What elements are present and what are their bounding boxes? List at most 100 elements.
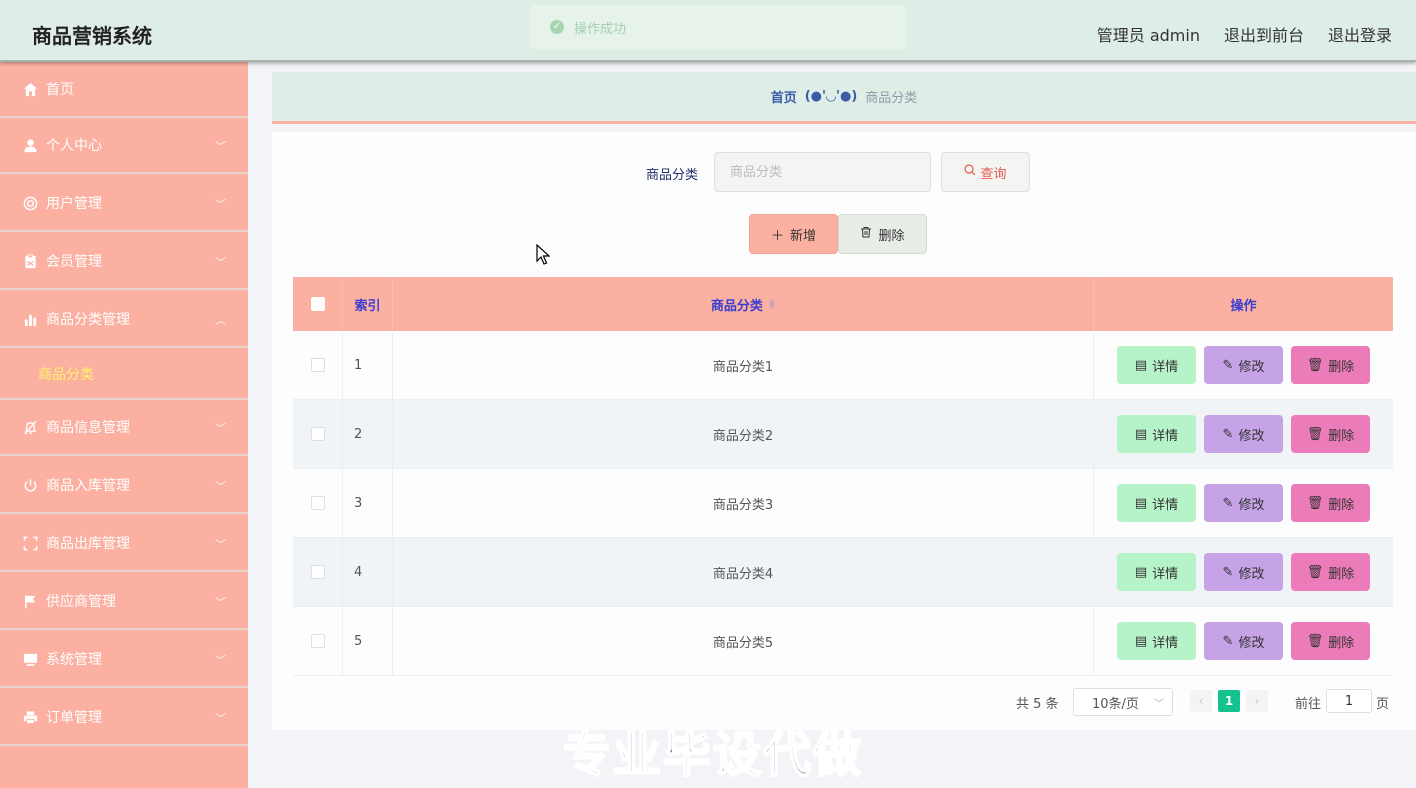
sidebar-item-label: 商品出库管理: [46, 536, 130, 552]
row-checkbox-cell: [293, 538, 343, 606]
sidebar-item-label: 商品分类管理: [46, 312, 130, 328]
edit-label: 修改: [1238, 428, 1265, 444]
pencil-icon: ✎: [1222, 564, 1234, 580]
detail-button[interactable]: ▤ 详情: [1117, 622, 1196, 660]
sidebar-item-suppliers[interactable]: 供应商管理 ﹀: [0, 574, 248, 630]
sidebar: 首页 个人中心 ﹀ 用户管理 ﹀ 会员管理 ﹀ 商品分类管理 ︿ 商品分类 商品…: [0, 62, 248, 788]
document-icon: ▤: [1134, 495, 1148, 511]
detail-label: 详情: [1152, 497, 1179, 513]
sidebar-item-category-mgmt[interactable]: 商品分类管理 ︿: [0, 292, 248, 348]
sidebar-item-system[interactable]: 系统管理 ﹀: [0, 632, 248, 688]
printer-icon: [22, 709, 38, 725]
document-icon: ▤: [1134, 633, 1148, 649]
success-toast: ✓ 操作成功: [529, 4, 907, 50]
remove-button[interactable]: 🗑 删除: [1291, 484, 1370, 522]
prev-page-button[interactable]: ‹: [1190, 690, 1212, 712]
pagination: 共 5 条 10条/页 ﹀ ‹ 1 › 前往 页: [272, 688, 1416, 718]
sidebar-item-stock-out[interactable]: 商品出库管理 ﹀: [0, 516, 248, 572]
remove-button[interactable]: 🗑 删除: [1291, 346, 1370, 384]
chevron-down-icon: ﹀: [215, 654, 226, 667]
row-checkbox[interactable]: [310, 565, 325, 579]
remove-button[interactable]: 🗑 删除: [1291, 553, 1370, 591]
row-checkbox[interactable]: [310, 496, 325, 510]
page-size-select[interactable]: 10条/页 ﹀: [1073, 688, 1173, 716]
search-icon: [964, 164, 976, 180]
current-page[interactable]: 1: [1218, 690, 1240, 712]
document-icon: ▤: [1134, 357, 1148, 373]
fullscreen-icon: [22, 535, 38, 551]
edit-button[interactable]: ✎ 修改: [1204, 553, 1283, 591]
header-category-label: 商品分类: [710, 298, 763, 314]
row-index: 3: [343, 469, 393, 537]
sidebar-item-members[interactable]: 会员管理 ﹀: [0, 234, 248, 290]
trash-icon: 🗑: [1306, 495, 1324, 511]
search-label: 商品分类: [646, 168, 699, 183]
flag-icon: [22, 593, 38, 609]
detail-label: 详情: [1152, 566, 1179, 582]
row-checkbox[interactable]: [310, 427, 325, 441]
remove-button[interactable]: 🗑 删除: [1291, 622, 1370, 660]
remove-button[interactable]: 🗑 删除: [1291, 415, 1370, 453]
query-button[interactable]: 查询: [941, 152, 1030, 192]
table-row: 3 商品分类3 ▤ 详情 ✎ 修改 🗑 删除: [293, 469, 1393, 538]
edit-label: 修改: [1238, 635, 1265, 651]
detail-label: 详情: [1152, 428, 1179, 444]
sidebar-subitem-category[interactable]: 商品分类: [0, 350, 248, 400]
header-index: 索引: [343, 277, 393, 331]
sidebar-item-label: 会员管理: [46, 254, 102, 270]
sidebar-item-stock-in[interactable]: 商品入库管理 ﹀: [0, 458, 248, 514]
main-panel: 商品分类 查询 ＋ 新增 删除 索引 商品分类 ▲▼ 操作 1 商品分类1: [272, 132, 1416, 730]
delete-button-label: 删除: [878, 228, 905, 244]
search-input[interactable]: [714, 152, 931, 192]
category-table: 索引 商品分类 ▲ ▼ 操作 1 商品分类1 ▤ 详情 ✎ 修改 🗑 删除 2 商品分类…: [293, 277, 1393, 676]
sidebar-item-label: 首页: [46, 82, 74, 98]
sort-icon[interactable]: ▲ ▼: [769, 297, 775, 311]
header-actions: 操作: [1230, 298, 1257, 314]
user-icon: [22, 137, 38, 153]
remove-label: 删除: [1328, 566, 1355, 582]
edit-button[interactable]: ✎ 修改: [1204, 415, 1283, 453]
sidebar-item-label: 商品入库管理: [46, 478, 130, 494]
chevron-down-icon: ﹀: [215, 712, 226, 725]
edit-button[interactable]: ✎ 修改: [1204, 484, 1283, 522]
lifebuoy-icon: [22, 195, 38, 211]
chevron-down-icon: ﹀: [215, 480, 226, 493]
detail-button[interactable]: ▤ 详情: [1117, 484, 1196, 522]
delete-button[interactable]: 删除: [838, 214, 927, 254]
goto-page-input[interactable]: [1326, 689, 1372, 713]
header-category[interactable]: 商品分类 ▲ ▼: [393, 277, 1094, 331]
add-button[interactable]: ＋ 新增: [749, 214, 838, 254]
row-checkbox-cell: [293, 469, 343, 537]
detail-button[interactable]: ▤ 详情: [1117, 346, 1196, 384]
detail-button[interactable]: ▤ 详情: [1117, 553, 1196, 591]
logout-link[interactable]: 退出登录: [1328, 22, 1392, 46]
front-link[interactable]: 退出到前台: [1224, 22, 1304, 46]
pencil-icon: ✎: [1222, 495, 1234, 511]
row-checkbox[interactable]: [310, 634, 325, 648]
sidebar-item-orders[interactable]: 订单管理 ﹀: [0, 690, 248, 746]
detail-button[interactable]: ▤ 详情: [1117, 415, 1196, 453]
sidebar-item-users[interactable]: 用户管理 ﹀: [0, 176, 248, 232]
sidebar-item-label: 用户管理: [46, 196, 102, 212]
select-all-checkbox[interactable]: [310, 297, 325, 311]
chevron-down-icon: ﹀: [1154, 699, 1164, 710]
row-category: 商品分类3: [393, 469, 1094, 537]
row-checkbox[interactable]: [310, 358, 325, 372]
edit-label: 修改: [1238, 497, 1265, 513]
row-index: 2: [343, 400, 393, 468]
document-icon: ▤: [1134, 564, 1148, 580]
chevron-down-icon: ﹀: [215, 596, 226, 609]
breadcrumb-home[interactable]: 首页: [771, 87, 797, 106]
next-page-button[interactable]: ›: [1246, 690, 1268, 712]
edit-button[interactable]: ✎ 修改: [1204, 346, 1283, 384]
chevron-down-icon: ﹀: [215, 422, 226, 435]
row-category: 商品分类2: [393, 400, 1094, 468]
sidebar-item-product-info[interactable]: 商品信息管理 ﹀: [0, 400, 248, 456]
detail-label: 详情: [1152, 635, 1179, 651]
goto-suffix: 页: [1376, 697, 1390, 712]
edit-button[interactable]: ✎ 修改: [1204, 622, 1283, 660]
sidebar-item-profile[interactable]: 个人中心 ﹀: [0, 118, 248, 174]
goto-label: 前往: [1295, 697, 1322, 712]
remove-label: 删除: [1328, 497, 1355, 513]
sidebar-item-home[interactable]: 首页: [0, 62, 248, 118]
